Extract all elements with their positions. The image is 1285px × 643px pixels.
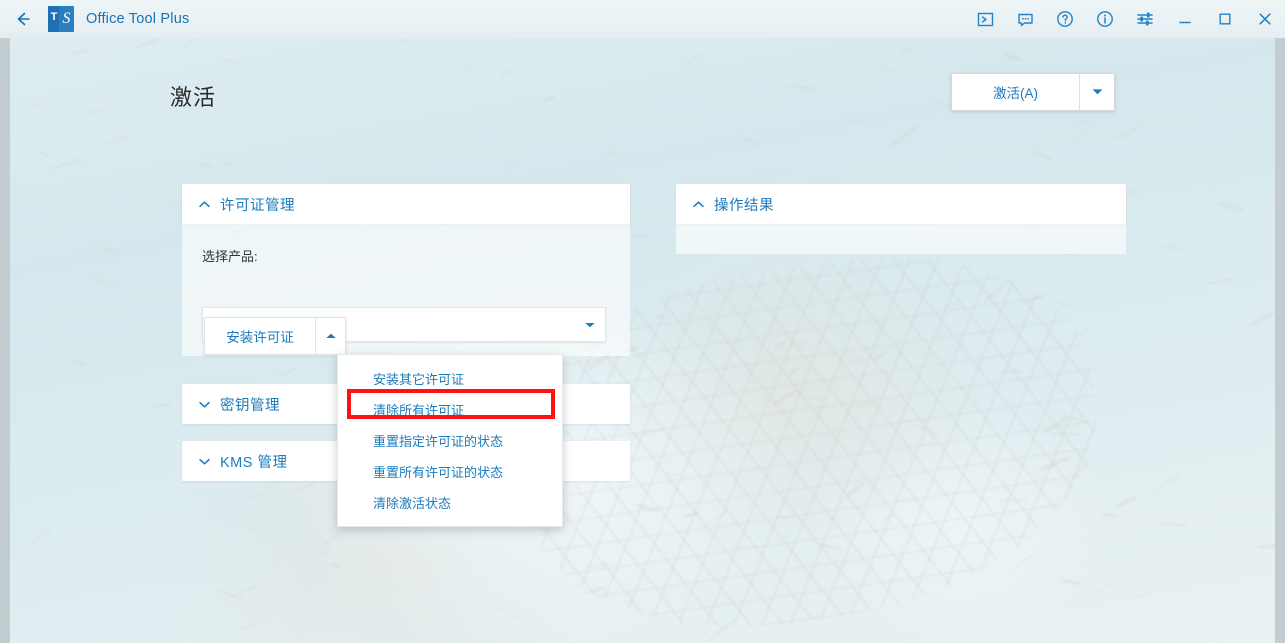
install-license-split-button[interactable]: 安装许可证 bbox=[204, 317, 346, 355]
operation-result-panel: 操作结果 bbox=[676, 184, 1126, 254]
arrow-left-icon bbox=[13, 9, 33, 29]
sliders-icon bbox=[1135, 9, 1155, 29]
comment-icon bbox=[1016, 10, 1035, 29]
application-window: T S Office Tool Plus 激活 激活(A) 许可证管理 选择产品… bbox=[0, 0, 1285, 643]
console-button[interactable] bbox=[965, 0, 1005, 38]
activate-button[interactable]: 激活(A) bbox=[952, 74, 1080, 110]
menu-item-reset-all-license-status[interactable]: 重置所有许可证的状态 bbox=[338, 456, 562, 487]
fish-shape bbox=[755, 170, 787, 176]
chevron-down-icon[interactable] bbox=[575, 321, 605, 329]
close-icon bbox=[1256, 10, 1274, 28]
back-button[interactable] bbox=[0, 0, 46, 38]
chevron-up-icon bbox=[198, 200, 220, 209]
content-area: 激活 激活(A) 许可证管理 选择产品: 安装许可证 密钥管理 KMS 管理 操… bbox=[10, 38, 1275, 643]
menu-item-clear-all-licenses[interactable]: 清除所有许可证 bbox=[338, 394, 562, 425]
logo-letter-s: S bbox=[62, 10, 71, 27]
kms-management-title: KMS 管理 bbox=[220, 454, 288, 471]
install-license-button[interactable]: 安装许可证 bbox=[205, 318, 316, 354]
license-management-header[interactable]: 许可证管理 bbox=[182, 184, 630, 224]
settings-button[interactable] bbox=[1125, 0, 1165, 38]
close-button[interactable] bbox=[1245, 0, 1285, 38]
menu-item-reset-specified-license-status[interactable]: 重置指定许可证的状态 bbox=[338, 425, 562, 456]
info-button[interactable] bbox=[1085, 0, 1125, 38]
app-logo-icon: T S bbox=[48, 6, 74, 32]
chevron-down-icon bbox=[1091, 83, 1104, 101]
install-license-dropdown-menu: 安装其它许可证 清除所有许可证 重置指定许可证的状态 重置所有许可证的状态 清除… bbox=[337, 354, 563, 527]
title-bar: T S Office Tool Plus bbox=[0, 0, 1285, 38]
chevron-down-icon bbox=[198, 457, 220, 466]
logo-letter-t: T bbox=[50, 11, 58, 23]
window-title: Office Tool Plus bbox=[86, 11, 190, 27]
maximize-button[interactable] bbox=[1205, 0, 1245, 38]
operation-result-body bbox=[676, 224, 1126, 254]
minimize-button[interactable] bbox=[1165, 0, 1205, 38]
chevron-up-icon bbox=[692, 200, 714, 209]
question-circle-icon bbox=[1055, 9, 1075, 29]
page-title: 激活 bbox=[170, 85, 217, 110]
operation-result-title: 操作结果 bbox=[714, 197, 774, 214]
console-icon bbox=[976, 10, 995, 29]
minimize-icon bbox=[1176, 10, 1194, 28]
operation-result-header[interactable]: 操作结果 bbox=[676, 184, 1126, 224]
key-management-title: 密钥管理 bbox=[220, 397, 280, 414]
activate-dropdown-button[interactable] bbox=[1080, 74, 1114, 110]
chevron-down-icon bbox=[198, 400, 220, 409]
maximize-icon bbox=[1216, 10, 1234, 28]
help-button[interactable] bbox=[1045, 0, 1085, 38]
chevron-up-icon bbox=[325, 327, 337, 345]
info-circle-icon bbox=[1095, 9, 1115, 29]
menu-item-clear-activation-status[interactable]: 清除激活状态 bbox=[338, 487, 562, 518]
license-management-title: 许可证管理 bbox=[220, 197, 295, 214]
menu-item-install-other-license[interactable]: 安装其它许可证 bbox=[338, 363, 562, 394]
install-license-dropdown-button[interactable] bbox=[316, 318, 345, 354]
fish-shape bbox=[665, 471, 682, 477]
activate-split-button[interactable]: 激活(A) bbox=[951, 73, 1115, 111]
feedback-button[interactable] bbox=[1005, 0, 1045, 38]
product-select-label: 选择产品: bbox=[202, 249, 258, 264]
fish-shape bbox=[1257, 544, 1275, 549]
